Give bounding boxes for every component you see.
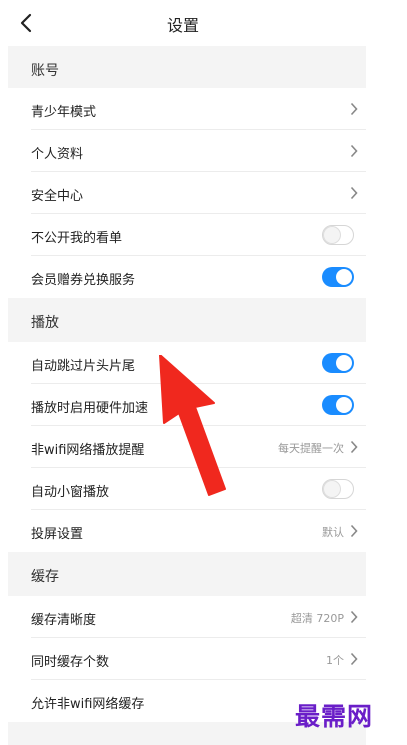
chevron-right-icon [350, 610, 358, 624]
toggle-knob [336, 269, 352, 285]
settings-item-label: 安全中心 [31, 189, 84, 204]
toggle-knob [324, 227, 340, 243]
watermark-logo: 最需网 [295, 702, 374, 731]
toggle-knob [336, 397, 352, 413]
section-title: 账号 [31, 63, 59, 79]
settings-item-value: 每天提醒一次 [278, 442, 344, 455]
section-title: 播放 [31, 315, 59, 331]
settings-item-value: 1个 [326, 654, 344, 667]
annotation-arrow-icon [159, 355, 226, 496]
settings-item-profile[interactable]: 个人资料 [8, 130, 366, 172]
settings-item-label: 缓存清晰度 [31, 613, 97, 628]
settings-item-cache-quality[interactable]: 缓存清晰度 超清 720P [8, 596, 366, 638]
settings-item-label: 不公开我的看单 [31, 231, 123, 246]
page-title: 设置 [166, 16, 199, 35]
chevron-right-icon [350, 652, 358, 666]
settings-item-value: 默认 [322, 526, 344, 539]
settings-item-label: 投屏设置 [31, 527, 84, 542]
vip-coupon-toggle[interactable] [322, 267, 354, 287]
auto-mini-window-toggle[interactable] [322, 479, 354, 499]
settings-item-concurrent-cache[interactable]: 同时缓存个数 1个 [8, 638, 366, 680]
settings-item-label: 允许非wifi网络缓存 [31, 697, 145, 712]
header-bar: 设置 [0, 0, 366, 46]
section-header-account: 账号 [8, 46, 366, 90]
section-title: 缓存 [31, 569, 59, 585]
toggle-knob [336, 355, 352, 371]
settings-item-private-watchlist: 不公开我的看单 [8, 214, 366, 256]
settings-item-vip-coupon: 会员赠券兑换服务 [8, 256, 366, 298]
settings-item-security-center[interactable]: 安全中心 [8, 172, 366, 214]
settings-item-label: 会员赠券兑换服务 [31, 273, 136, 288]
chevron-right-icon [350, 144, 358, 158]
settings-item-label: 自动小窗播放 [31, 485, 110, 500]
chevron-right-icon [350, 440, 358, 454]
private-watchlist-toggle[interactable] [322, 225, 354, 245]
chevron-right-icon [350, 186, 358, 200]
skip-intro-toggle[interactable] [322, 353, 354, 373]
toggle-knob [324, 481, 340, 497]
settings-item-label: 同时缓存个数 [31, 655, 110, 670]
hardware-accel-toggle[interactable] [322, 395, 354, 415]
settings-item-youth-mode[interactable]: 青少年模式 [8, 88, 366, 130]
chevron-right-icon [350, 102, 358, 116]
settings-item-label: 青少年模式 [31, 105, 97, 120]
settings-item-value: 超清 720P [290, 612, 344, 625]
settings-item-label: 自动跳过片头片尾 [31, 359, 136, 374]
section-header-playback: 播放 [8, 298, 366, 342]
settings-item-label: 非wifi网络播放提醒 [31, 443, 145, 458]
settings-item-cast-settings[interactable]: 投屏设置 默认 [8, 510, 366, 552]
settings-item-label: 个人资料 [31, 147, 84, 162]
chevron-right-icon [350, 524, 358, 538]
section-header-cache: 缓存 [8, 552, 366, 596]
